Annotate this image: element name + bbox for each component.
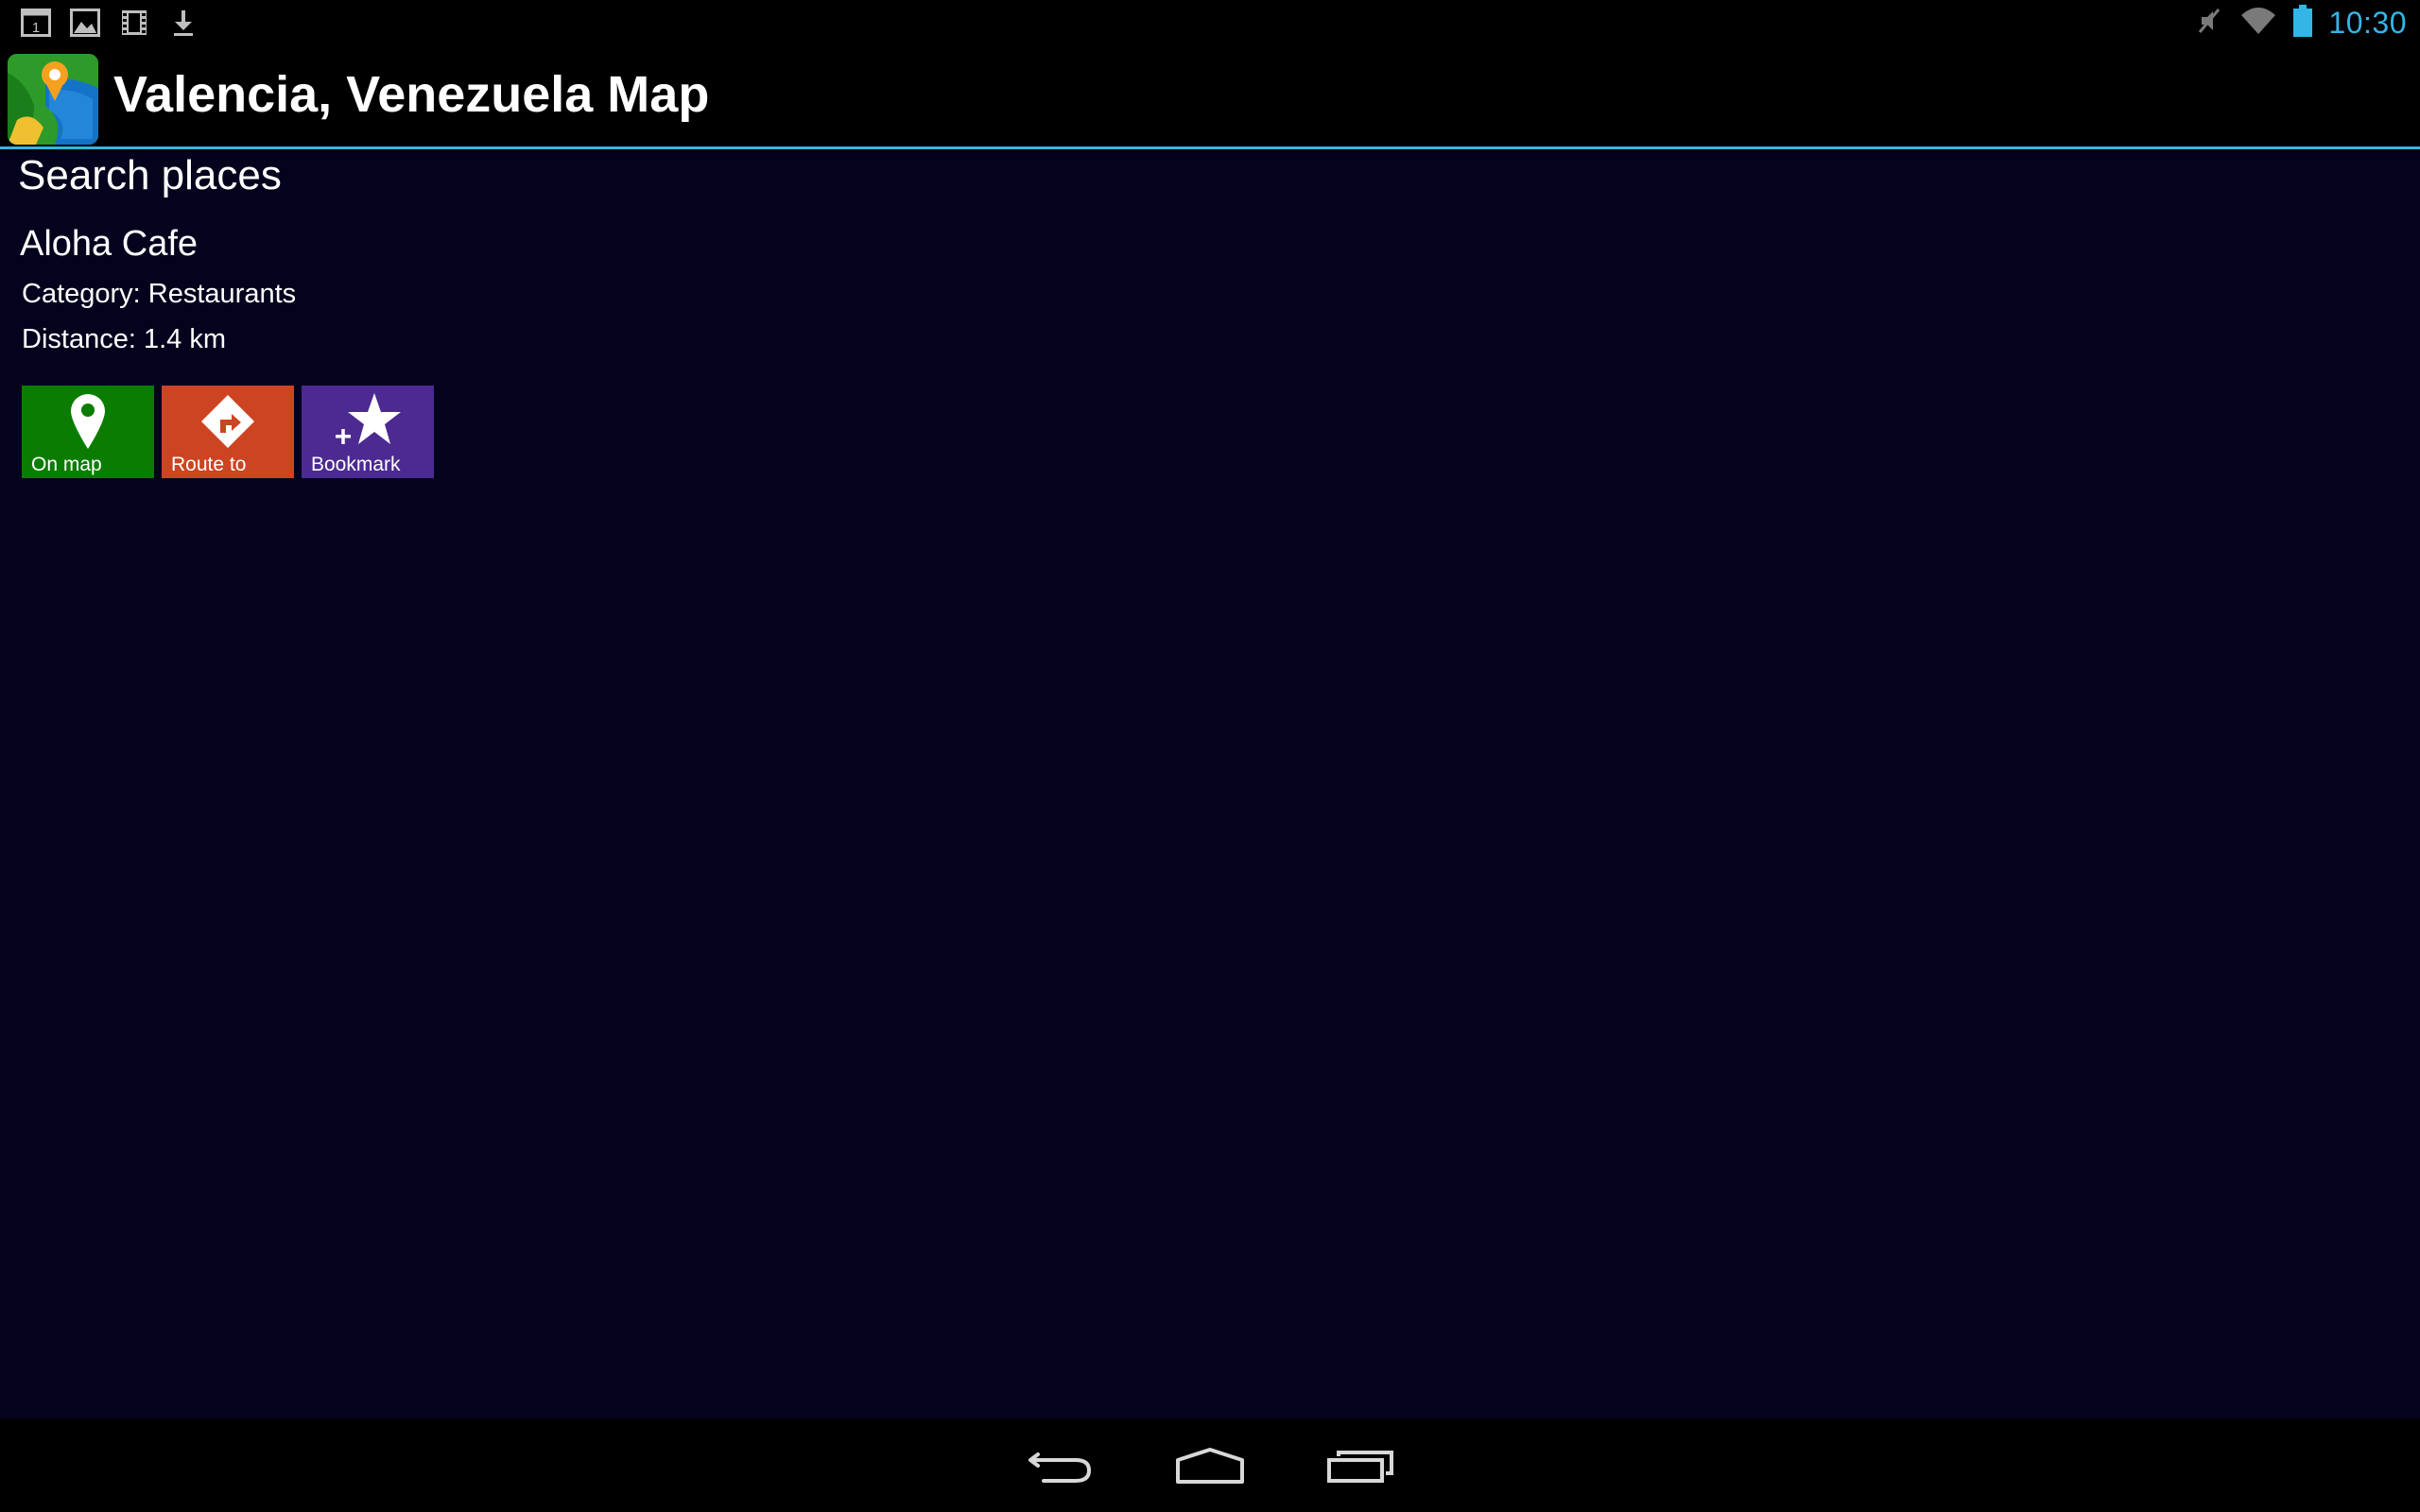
app-logo-icon[interactable]: [8, 54, 98, 145]
section-title: Search places: [18, 152, 282, 198]
home-icon[interactable]: [1163, 1437, 1257, 1494]
bookmark-button[interactable]: Bookmark: [302, 386, 434, 478]
action-tiles: On map Route to Bookmark: [22, 386, 434, 478]
bookmark-star-icon: [302, 391, 434, 452]
action-bar-divider: [0, 146, 2420, 149]
place-distance: Distance: 1.4 km: [22, 324, 226, 354]
recent-apps-icon[interactable]: [1314, 1437, 1409, 1494]
battery-icon: [2292, 5, 2313, 41]
content-area: Search places Aloha Cafe Category: Resta…: [0, 152, 2420, 1418]
notification-icons: 1: [19, 6, 200, 40]
app-title: Valencia, Venezuela Map: [113, 66, 710, 123]
on-map-button[interactable]: On map: [22, 386, 154, 478]
mute-icon: [2194, 6, 2224, 40]
navigation-bar: [0, 1418, 2420, 1512]
screen: 1 10:30 Valencia, Venezuela Map Search p…: [0, 0, 2420, 1512]
calendar-icon: 1: [19, 6, 53, 40]
system-icons: 10:30: [2194, 4, 2407, 42]
action-bar: Valencia, Venezuela Map: [0, 46, 2420, 149]
route-to-label: Route to: [171, 454, 247, 475]
place-name: Aloha Cafe: [20, 224, 199, 264]
place-category: Category: Restaurants: [22, 279, 297, 309]
film-icon: [117, 6, 151, 40]
status-bar: 1 10:30: [0, 0, 2420, 46]
back-icon[interactable]: [1011, 1437, 1106, 1494]
on-map-label: On map: [31, 454, 102, 475]
clock: 10:30: [2328, 5, 2407, 40]
wifi-icon: [2239, 6, 2277, 40]
map-pin-icon: [22, 391, 154, 452]
calendar-day: 1: [32, 20, 40, 36]
route-sign-icon: [162, 391, 294, 452]
picture-icon: [68, 6, 102, 40]
route-to-button[interactable]: Route to: [162, 386, 294, 478]
download-icon: [166, 6, 200, 40]
bookmark-label: Bookmark: [311, 454, 401, 475]
